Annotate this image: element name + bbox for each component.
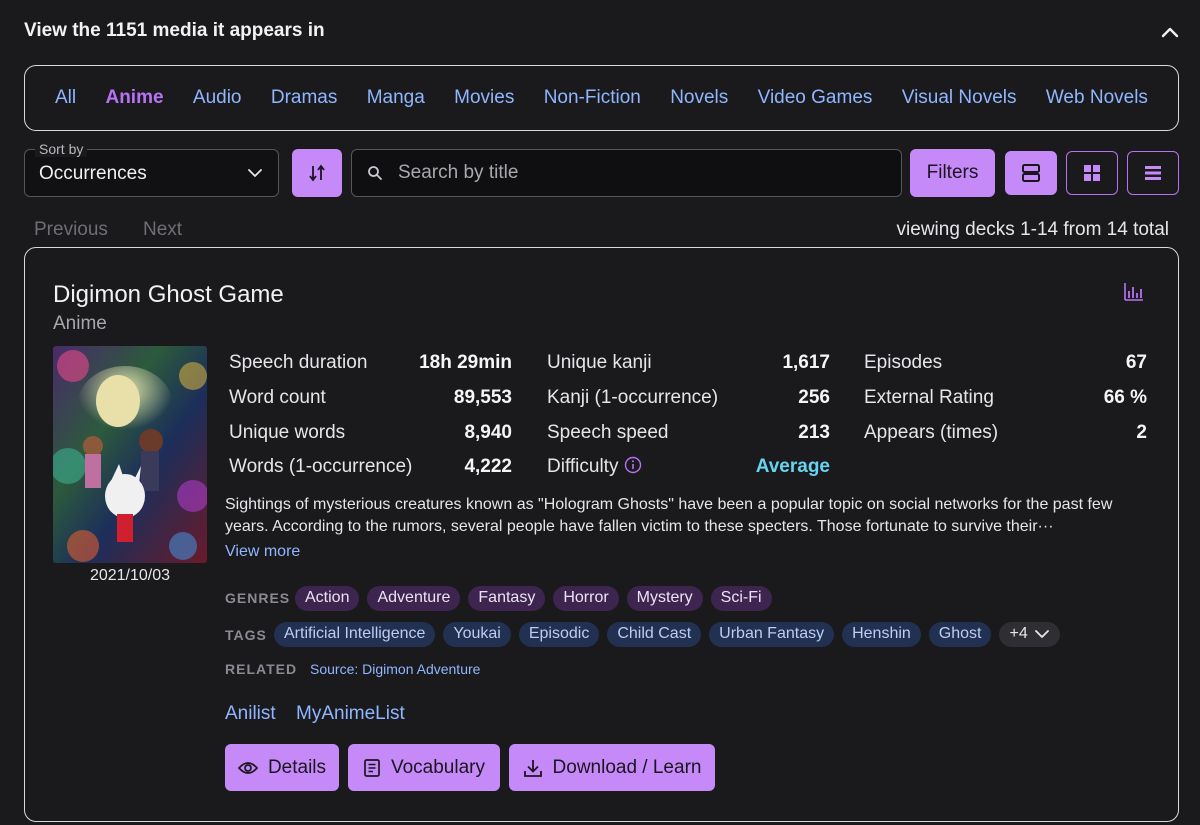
bar-chart-icon[interactable]: [1123, 281, 1145, 303]
tag-chip[interactable]: Episodic: [518, 622, 600, 647]
view-grid-button[interactable]: [1066, 151, 1118, 195]
stat-value: 67: [1125, 352, 1147, 373]
view-more-link[interactable]: View more: [225, 543, 300, 561]
tag-list: Artificial Intelligence Youkai Episodic …: [274, 622, 1060, 647]
stat-label: Unique kanji: [547, 352, 652, 373]
book-icon: [364, 758, 380, 777]
genre-list: Action Adventure Fantasy Horror Mystery …: [295, 586, 772, 611]
sort-order-icon: [309, 164, 325, 182]
view-compact-button[interactable]: [1127, 151, 1179, 195]
related-label: RELATED: [225, 661, 298, 677]
chevron-down-icon: [1034, 630, 1049, 638]
stat-value: 213: [798, 422, 830, 443]
stat-value: 256: [798, 387, 830, 408]
stat-label: External Rating: [864, 387, 994, 408]
filters-button[interactable]: Filters: [910, 149, 995, 197]
stat-value: 1,617: [782, 352, 830, 373]
results-summary: viewing decks 1-14 from 14 total: [896, 219, 1169, 240]
tag-chip[interactable]: Youkai: [443, 622, 511, 647]
genre-chip[interactable]: Sci-Fi: [710, 586, 772, 611]
vocabulary-label: Vocabulary: [390, 756, 485, 778]
rows-icon: [1022, 164, 1040, 182]
stat-label: Words (1-occurrence): [229, 456, 413, 477]
stat-label: Speech duration: [229, 352, 368, 373]
tab-novels[interactable]: Novels: [670, 87, 728, 109]
info-icon[interactable]: [624, 456, 642, 474]
previous-page-button[interactable]: Previous: [34, 219, 108, 241]
compact-list-icon: [1145, 166, 1161, 180]
tag-chip[interactable]: Henshin: [842, 622, 921, 647]
stat-value: 18h 29min: [419, 352, 512, 373]
difficulty-value: Average: [755, 456, 830, 477]
tab-visual-novels[interactable]: Visual Novels: [902, 87, 1017, 109]
genre-chip[interactable]: Mystery: [626, 586, 703, 611]
search-icon: [368, 166, 382, 180]
tab-movies[interactable]: Movies: [454, 87, 514, 109]
related-source-link[interactable]: Source: Digimon Adventure: [310, 661, 480, 677]
tab-web-novels[interactable]: Web Novels: [1046, 87, 1148, 109]
sort-label: Sort by: [35, 141, 88, 157]
stat-label: Appears (times): [864, 422, 999, 443]
search-field: [351, 149, 902, 197]
tag-chip[interactable]: Ghost: [928, 622, 992, 647]
details-label: Details: [267, 756, 327, 778]
sort-select[interactable]: Sort by Occurrences: [24, 141, 279, 197]
vocabulary-button[interactable]: Vocabulary: [348, 744, 500, 791]
grid-icon: [1084, 165, 1100, 181]
sort-direction-button[interactable]: [292, 149, 342, 197]
sort-value: Occurrences: [39, 163, 147, 184]
release-date: 2021/10/03: [89, 567, 171, 584]
deck-media-type: Anime: [53, 313, 107, 334]
genre-chip[interactable]: Action: [295, 586, 360, 611]
tab-dramas[interactable]: Dramas: [271, 87, 338, 109]
stat-value: 66 %: [1103, 387, 1147, 408]
stat-label: Episodes: [864, 352, 943, 373]
tab-anime[interactable]: Anime: [105, 87, 163, 109]
section-title: View the 1151 media it appears in: [24, 20, 325, 41]
chevron-up-icon: [1161, 27, 1179, 38]
media-type-tabs: All Anime Audio Dramas Manga Movies Non-…: [24, 65, 1179, 131]
tag-chip[interactable]: Urban Fantasy: [709, 622, 835, 647]
tag-chip[interactable]: Artificial Intelligence: [274, 622, 436, 647]
anilist-link[interactable]: Anilist: [225, 703, 276, 725]
details-button[interactable]: Details: [225, 744, 339, 791]
genre-chip[interactable]: Horror: [553, 586, 619, 611]
next-page-button[interactable]: Next: [143, 219, 182, 241]
deck-description: Sightings of mysterious creatures known …: [225, 496, 1113, 535]
genre-chip[interactable]: Adventure: [367, 586, 461, 611]
stat-label: Speech speed: [547, 422, 669, 443]
tags-label: TAGS: [225, 627, 267, 643]
tab-audio[interactable]: Audio: [193, 87, 242, 109]
view-list-button[interactable]: [1005, 151, 1057, 195]
stat-value: 89,553: [453, 387, 512, 408]
more-tags-count: +4: [1009, 625, 1028, 642]
tab-all[interactable]: All: [55, 87, 76, 109]
stat-label: Difficulty: [547, 456, 619, 477]
difficulty-label-group: Difficulty: [547, 456, 642, 478]
tab-video-games[interactable]: Video Games: [758, 87, 873, 109]
genres-label: GENRES: [225, 590, 291, 606]
chevron-down-icon: [248, 169, 262, 177]
more-tags-button[interactable]: +4: [999, 622, 1060, 647]
stat-value: 2: [1136, 422, 1147, 443]
stat-value: 8,940: [464, 422, 512, 443]
search-input[interactable]: [398, 158, 888, 188]
tab-manga[interactable]: Manga: [367, 87, 425, 109]
tab-non-fiction[interactable]: Non-Fiction: [544, 87, 641, 109]
stat-label: Word count: [229, 387, 326, 408]
collapse-button[interactable]: [1156, 20, 1184, 44]
tag-chip[interactable]: Child Cast: [607, 622, 702, 647]
cover-image[interactable]: [53, 346, 207, 563]
genre-chip[interactable]: Fantasy: [468, 586, 546, 611]
eye-icon: [237, 761, 258, 774]
download-learn-label: Download / Learn: [552, 756, 702, 778]
stat-label: Unique words: [229, 422, 346, 443]
download-learn-button[interactable]: Download / Learn: [509, 744, 715, 791]
deck-title[interactable]: Digimon Ghost Game: [53, 281, 284, 309]
download-icon: [523, 759, 542, 777]
stat-value: 4,222: [464, 456, 512, 477]
myanimelist-link[interactable]: MyAnimeList: [296, 703, 405, 725]
stat-label: Kanji (1-occurrence): [547, 387, 719, 408]
